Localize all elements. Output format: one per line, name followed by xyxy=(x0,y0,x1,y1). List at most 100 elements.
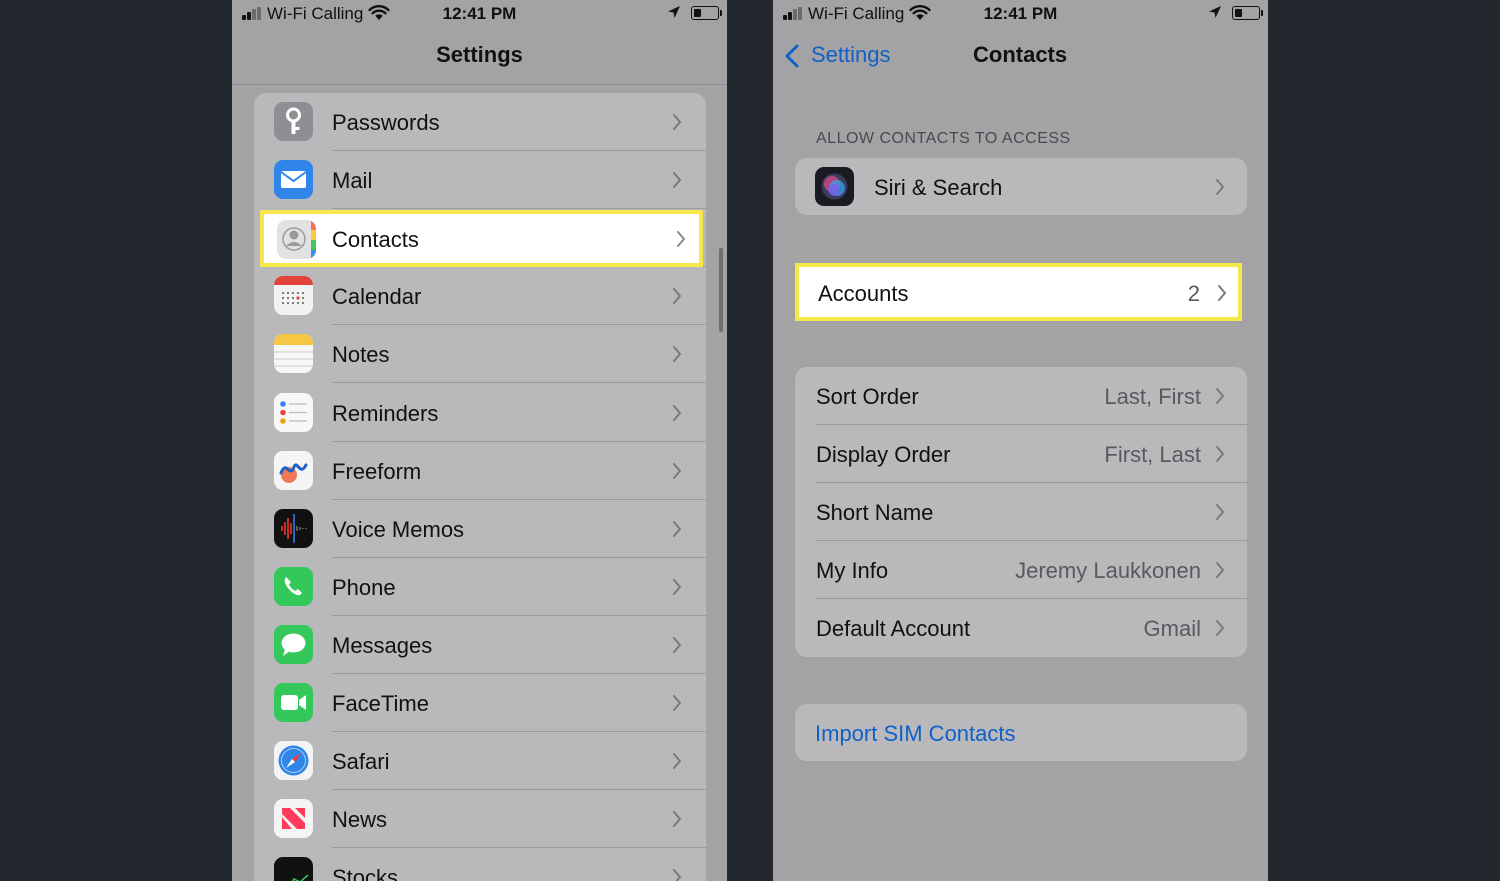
location-arrow-icon xyxy=(1209,6,1221,18)
setting-sort-order[interactable]: Sort Order Last, First xyxy=(795,367,1247,425)
settings-item-voice-memos[interactable]: Voice Memos xyxy=(254,500,706,558)
reminders-icon xyxy=(274,392,313,432)
accounts-label: Accounts xyxy=(818,281,909,306)
chevron-right-icon xyxy=(673,114,681,130)
setting-label: Default Account xyxy=(816,616,971,641)
setting-value: Gmail xyxy=(1143,616,1201,641)
accounts-row-highlighted[interactable]: Accounts 2 xyxy=(795,263,1242,321)
import-sim-contacts-button[interactable]: Import SIM Contacts xyxy=(795,704,1247,761)
settings-screen: Wi-Fi Calling 12:41 PM Settings Password… xyxy=(232,0,727,881)
phone-icon xyxy=(274,566,313,606)
settings-item-stocks[interactable]: Stocks xyxy=(254,848,706,881)
chevron-right-icon xyxy=(673,404,681,421)
settings-item-facetime[interactable]: FaceTime xyxy=(254,674,706,732)
settings-item-passwords[interactable]: Passwords xyxy=(254,93,706,151)
stocks-icon xyxy=(274,857,313,881)
calendar-icon xyxy=(274,276,313,316)
setting-short-name[interactable]: Short Name xyxy=(795,483,1247,541)
contacts-settings-screen: Wi-Fi Calling 12:41 PM Settings Contacts… xyxy=(773,0,1268,881)
contacts-icon xyxy=(277,220,316,259)
setting-my-info[interactable]: My Info Jeremy Laukkonen xyxy=(795,541,1247,599)
chevron-right-icon xyxy=(677,231,685,247)
chevron-right-icon xyxy=(673,869,681,881)
settings-item-news[interactable]: News xyxy=(254,790,706,849)
chevron-right-icon xyxy=(673,753,681,770)
setting-value: Jeremy Laukkonen xyxy=(1015,558,1201,583)
settings-item-label: Calendar xyxy=(332,284,422,310)
chevron-right-icon xyxy=(1216,446,1224,462)
chevron-right-icon xyxy=(1218,285,1226,301)
settings-item-safari[interactable]: Safari xyxy=(254,732,706,791)
battery-icon xyxy=(691,6,722,20)
clock: 12:41 PM xyxy=(983,4,1058,23)
settings-item-label: Mail xyxy=(332,168,373,194)
chevron-right-icon xyxy=(1216,179,1224,195)
settings-item-label: Phone xyxy=(332,574,396,600)
settings-item-label: Notes xyxy=(332,342,390,368)
mail-icon xyxy=(274,160,313,200)
chevron-right-icon xyxy=(673,346,681,363)
chevron-right-icon xyxy=(673,520,681,537)
chevron-right-icon xyxy=(673,695,681,711)
chevron-left-icon xyxy=(785,44,799,68)
notes-icon xyxy=(274,334,313,374)
chevron-right-icon xyxy=(1216,620,1224,636)
setting-label: Display Order xyxy=(816,442,951,467)
setting-value: First, Last xyxy=(1104,442,1201,467)
import-group: Import SIM Contacts xyxy=(795,704,1247,761)
settings-item-freeform[interactable]: Freeform xyxy=(254,442,706,500)
import-sim-contacts-label: Import SIM Contacts xyxy=(815,721,1016,746)
freeform-icon xyxy=(274,450,313,490)
siri-search-label: Siri & Search xyxy=(874,175,1003,200)
nav-divider xyxy=(232,84,727,85)
settings-item-contacts-highlighted[interactable]: Contacts xyxy=(260,210,703,267)
settings-item-label: FaceTime xyxy=(332,691,429,716)
chevron-right-icon xyxy=(673,462,681,479)
settings-item-messages[interactable]: Messages xyxy=(254,616,706,674)
settings-item-label: Contacts xyxy=(332,227,419,252)
page-title: Contacts xyxy=(973,42,1068,67)
scrollbar[interactable] xyxy=(719,248,723,332)
settings-item-label: Freeform xyxy=(332,458,422,484)
siri-search-row[interactable]: Siri & Search xyxy=(795,158,1247,215)
settings-item-label: Voice Memos xyxy=(332,516,465,542)
voice-memos-icon xyxy=(274,508,313,548)
passwords-icon xyxy=(274,102,313,141)
settings-item-label: News xyxy=(332,807,388,833)
clock: 12:41 PM xyxy=(442,4,517,23)
settings-item-label: Messages xyxy=(332,632,433,658)
section-header: ALLOW CONTACTS TO ACCESS xyxy=(816,130,1071,147)
setting-label: Short Name xyxy=(816,500,934,525)
status-bar: Wi-Fi Calling 12:41 PM xyxy=(232,0,727,28)
contact-display-settings-group: Sort Order Last, First Display Order First,… xyxy=(795,367,1247,657)
chevron-right-icon xyxy=(1216,504,1224,520)
settings-item-calendar[interactable]: Calendar xyxy=(254,267,706,326)
chevron-right-icon xyxy=(673,172,681,189)
settings-item-label: Safari xyxy=(332,749,390,775)
settings-item-notes[interactable]: Notes xyxy=(254,325,706,384)
page-title: Settings xyxy=(436,42,523,67)
accounts-count: 2 xyxy=(1187,281,1200,306)
settings-item-mail[interactable]: Mail xyxy=(254,151,706,210)
settings-item-phone[interactable]: Phone xyxy=(254,558,706,616)
setting-label: My Info xyxy=(816,558,889,583)
settings-item-label: Stocks xyxy=(332,865,399,881)
settings-item-label: Passwords xyxy=(332,110,440,135)
setting-display-order[interactable]: Display Order First, Last xyxy=(795,425,1247,483)
chevron-right-icon xyxy=(673,578,681,595)
siri-icon xyxy=(815,167,854,206)
siri-search-group: Siri & Search xyxy=(795,158,1247,215)
safari-icon xyxy=(274,741,313,781)
location-arrow-icon xyxy=(668,6,680,18)
news-icon xyxy=(274,799,313,839)
settings-item-label: Reminders xyxy=(332,400,439,426)
settings-item-reminders[interactable]: Reminders xyxy=(254,384,706,442)
chevron-right-icon xyxy=(673,811,681,828)
messages-icon xyxy=(274,624,313,664)
setting-default-account[interactable]: Default Account Gmail xyxy=(795,599,1247,657)
facetime-icon xyxy=(274,683,313,722)
chevron-right-icon xyxy=(1216,562,1224,578)
chevron-right-icon xyxy=(673,288,681,305)
back-label: Settings xyxy=(811,42,891,67)
chevron-right-icon xyxy=(1216,388,1224,404)
